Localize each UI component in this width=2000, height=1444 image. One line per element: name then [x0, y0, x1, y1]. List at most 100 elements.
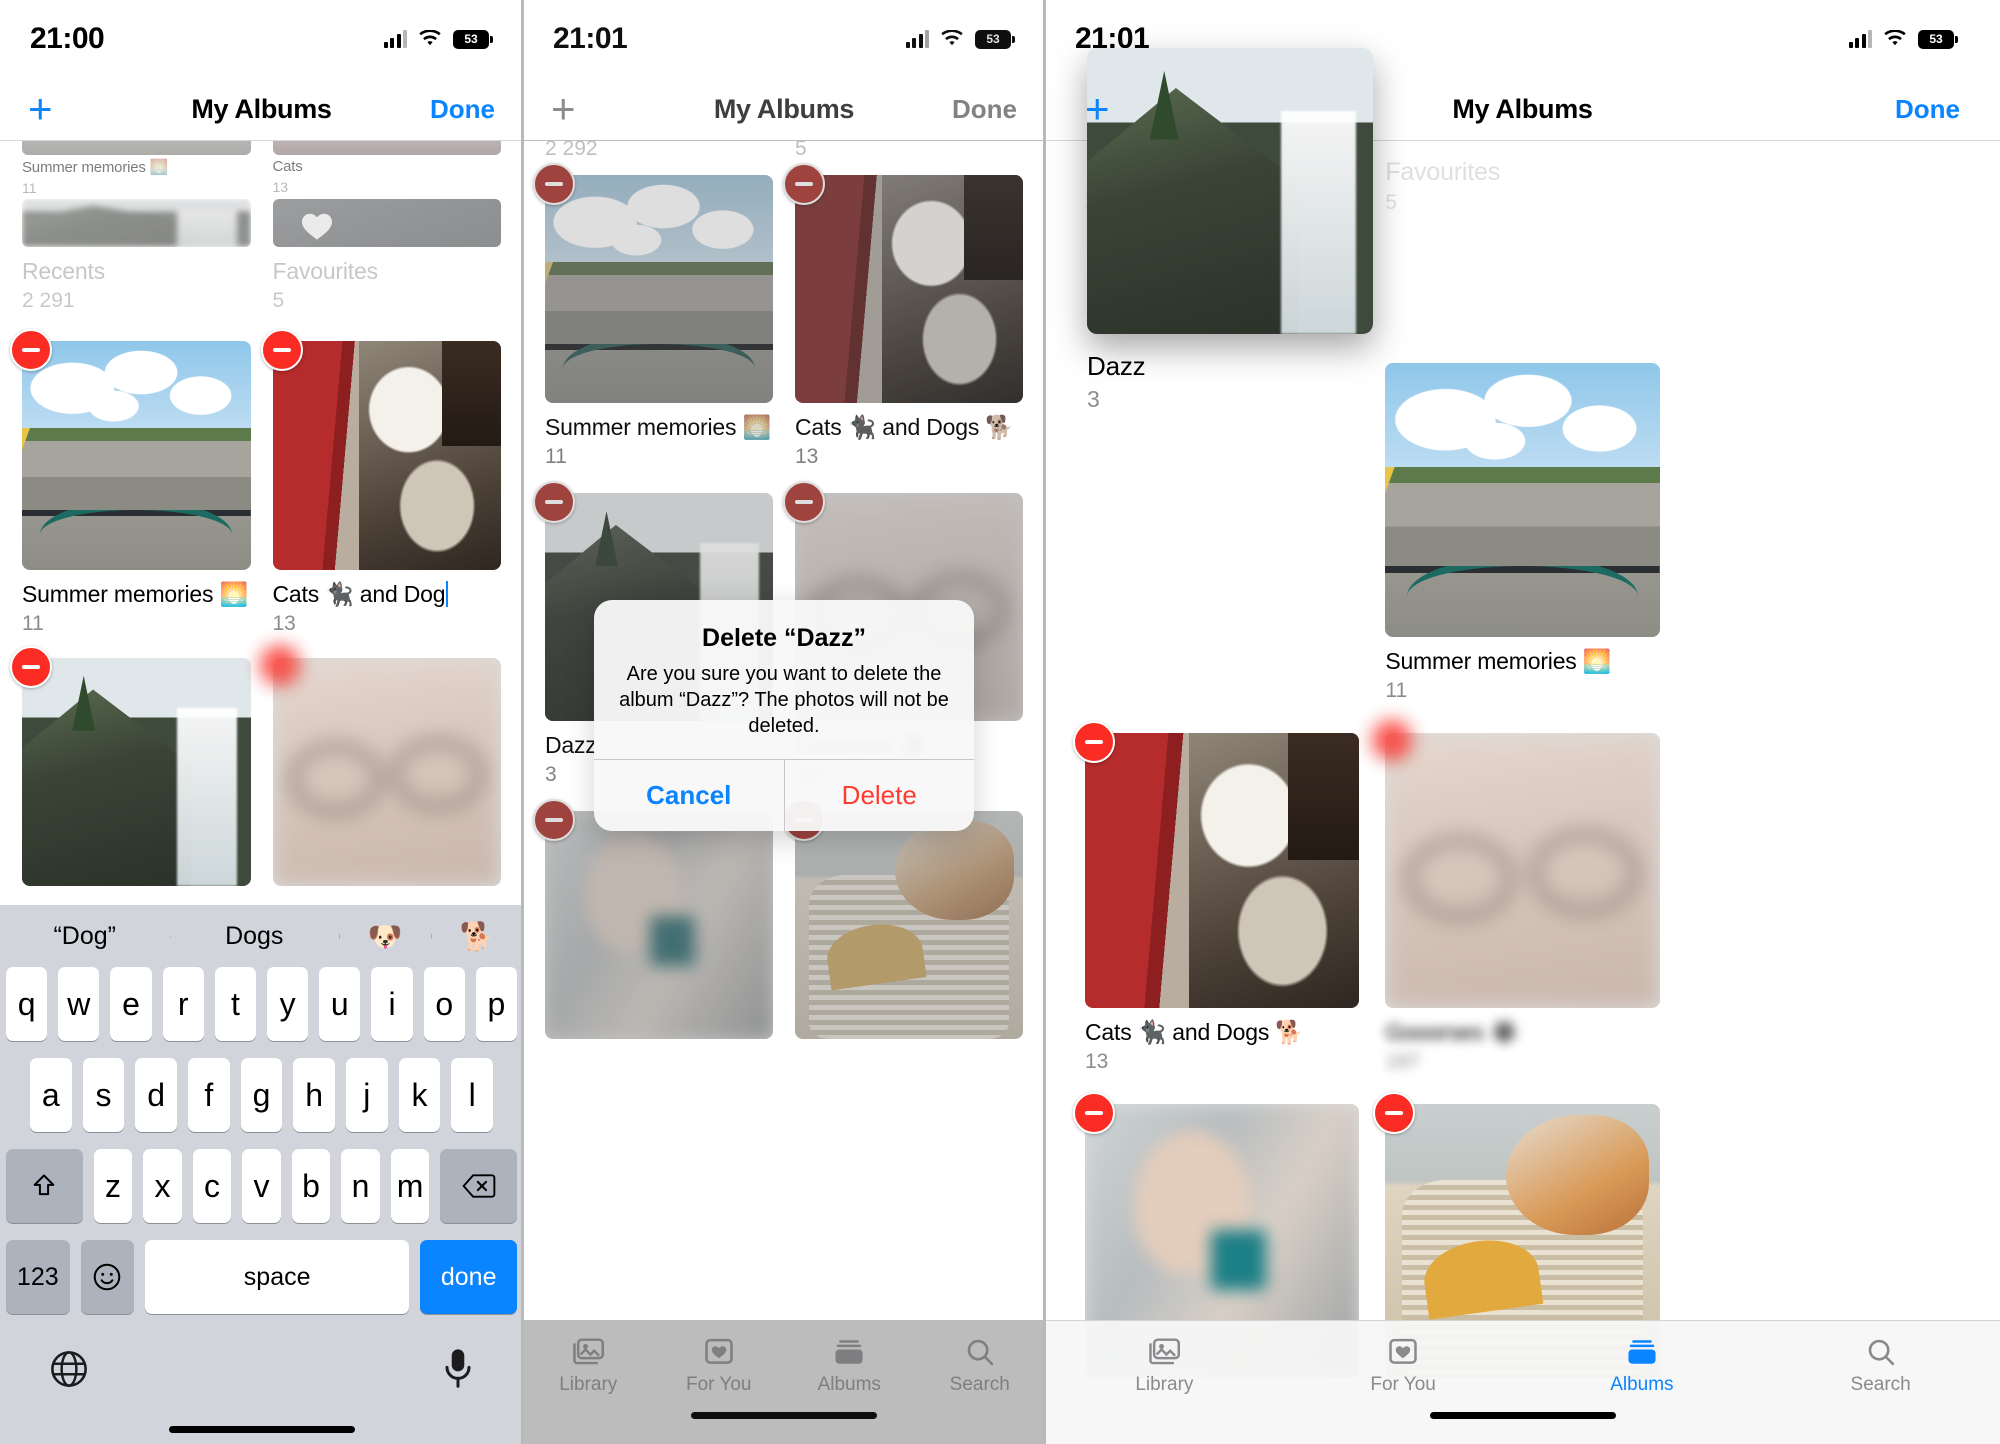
album-thumbnail[interactable]	[1087, 48, 1373, 334]
key-v[interactable]: v	[242, 1149, 281, 1223]
tab-library[interactable]: Library	[1045, 1337, 1284, 1396]
key-q[interactable]: q	[5, 967, 48, 1041]
tab-for-you[interactable]: For You	[1284, 1337, 1523, 1396]
key-e[interactable]: e	[110, 967, 152, 1041]
key-f[interactable]: f	[188, 1058, 230, 1132]
done-button[interactable]: Done	[430, 94, 495, 125]
key-c[interactable]: c	[192, 1149, 232, 1223]
album-card[interactable]: Gooorses 🏵 187	[1373, 721, 1660, 1073]
album-card[interactable]: Summer memories 🌅 11	[533, 163, 773, 469]
on-screen-keyboard[interactable]: “Dog” Dogs 🐶 🐕 qwertyuiop asdfghjkl zxcv…	[0, 905, 523, 1444]
album-card-editing[interactable]: Cats 🐈‍⬛ and Dog 13	[260, 329, 502, 636]
emoji-smiley-icon[interactable]	[80, 1240, 134, 1314]
key-w[interactable]: w	[58, 967, 100, 1041]
tab-albums[interactable]: Albums	[784, 1337, 915, 1396]
key-l[interactable]: l	[451, 1058, 494, 1132]
key-x[interactable]: x	[143, 1149, 182, 1223]
album-card[interactable]	[10, 645, 251, 886]
home-indicator[interactable]	[691, 1411, 877, 1419]
key-p[interactable]: p	[475, 967, 518, 1041]
done-key[interactable]: done	[420, 1240, 517, 1314]
album-thumbnail[interactable]	[795, 811, 1023, 1039]
album-card-favourites[interactable]: Favourites 5	[272, 199, 501, 313]
backspace-icon[interactable]	[440, 1149, 517, 1223]
album-card[interactable]	[783, 799, 1023, 1039]
key-h[interactable]: h	[293, 1058, 336, 1132]
key-g[interactable]: g	[240, 1058, 283, 1132]
minus-circle-icon[interactable]	[1373, 1091, 1416, 1134]
key-o[interactable]: o	[423, 967, 465, 1041]
minus-circle-icon[interactable]	[783, 481, 825, 523]
minus-circle-icon[interactable]	[1073, 1091, 1115, 1134]
done-button[interactable]: Done	[952, 94, 1017, 125]
tab-search[interactable]: Search	[1761, 1337, 2000, 1396]
minus-circle-icon[interactable]	[260, 645, 299, 684]
key-a[interactable]: a	[29, 1058, 72, 1132]
album-card[interactable]: Summer memories 🌅 11	[10, 329, 251, 636]
prediction-dog-emoji[interactable]: 🐕	[431, 920, 523, 953]
prediction-dog-face-emoji[interactable]: 🐶	[339, 920, 431, 953]
album-card[interactable]: Cats 🐈‍⬛ and Dogs 🐕 13	[783, 163, 1023, 469]
minus-circle-icon[interactable]	[533, 799, 575, 841]
globe-icon[interactable]	[48, 1348, 90, 1395]
minus-circle-icon[interactable]	[533, 163, 575, 205]
minus-circle-icon[interactable]	[783, 163, 825, 205]
album-thumbnail[interactable]	[545, 811, 773, 1039]
album-card-favourites[interactable]: Favourites 5	[1385, 147, 1659, 215]
album-thumbnail[interactable]	[545, 175, 773, 403]
minus-circle-icon[interactable]	[260, 329, 303, 371]
plus-icon[interactable]: +	[28, 88, 53, 130]
album-name-input[interactable]: Cats 🐈‍⬛ and Dog	[273, 580, 502, 608]
cancel-button[interactable]: Cancel	[594, 760, 784, 831]
minus-circle-icon[interactable]	[10, 329, 52, 371]
album-thumbnail[interactable]	[22, 341, 251, 570]
key-s[interactable]: s	[82, 1058, 125, 1132]
album-card[interactable]: Summer memories 🌅 11	[22, 141, 251, 196]
album-thumbnail[interactable]	[1385, 363, 1660, 638]
tab-search[interactable]: Search	[915, 1337, 1046, 1396]
key-j[interactable]: j	[346, 1058, 388, 1132]
album-thumbnail[interactable]	[795, 175, 1023, 403]
album-card[interactable]	[533, 799, 773, 1039]
tab-for-you[interactable]: For You	[654, 1337, 785, 1396]
microphone-icon[interactable]	[441, 1347, 475, 1396]
key-u[interactable]: u	[319, 967, 361, 1041]
key-k[interactable]: k	[398, 1058, 441, 1132]
album-card[interactable]: Cats 🐈‍⬛ and Dogs 🐕 13	[1073, 721, 1360, 1073]
done-button[interactable]: Done	[1895, 94, 1960, 125]
nav-bar-1: + My Albums Done	[0, 78, 523, 140]
album-thumbnail[interactable]	[272, 341, 501, 570]
home-indicator[interactable]	[168, 1425, 355, 1433]
space-key[interactable]: space	[144, 1240, 410, 1314]
album-card-recents[interactable]: Recents 2 291	[22, 199, 251, 313]
album-thumbnail[interactable]	[1385, 733, 1660, 1008]
prediction-word[interactable]: Dogs	[169, 922, 340, 951]
tab-albums[interactable]: Albums	[1523, 1337, 1762, 1396]
album-thumbnail[interactable]	[1085, 733, 1360, 1008]
key-b[interactable]: b	[291, 1149, 331, 1223]
key-d[interactable]: d	[135, 1058, 177, 1132]
minus-circle-icon[interactable]	[533, 481, 575, 523]
album-card[interactable]: Cats 13	[272, 141, 501, 196]
key-n[interactable]: n	[341, 1149, 380, 1223]
key-m[interactable]: m	[390, 1149, 430, 1223]
key-y[interactable]: y	[267, 967, 309, 1041]
numbers-key[interactable]: 123	[6, 1240, 70, 1314]
key-z[interactable]: z	[93, 1149, 133, 1223]
key-i[interactable]: i	[371, 967, 413, 1041]
album-card[interactable]	[260, 645, 501, 886]
key-t[interactable]: t	[214, 967, 256, 1041]
key-r[interactable]: r	[162, 967, 204, 1041]
album-thumbnail[interactable]	[22, 657, 251, 886]
dragging-album-card[interactable]	[1087, 48, 1373, 334]
tab-library[interactable]: Library	[523, 1337, 654, 1396]
shift-up-icon[interactable]	[6, 1149, 83, 1223]
minus-circle-icon[interactable]	[10, 645, 52, 688]
prediction-quoted[interactable]: “Dog”	[0, 922, 170, 951]
plus-icon[interactable]: +	[551, 88, 576, 130]
album-thumbnail[interactable]	[272, 657, 501, 886]
delete-button[interactable]: Delete	[783, 760, 975, 831]
home-indicator[interactable]	[1429, 1411, 1616, 1419]
album-card[interactable]: Summer memories 🌅 11	[1385, 363, 1660, 703]
plus-icon[interactable]: +	[1085, 88, 1110, 130]
